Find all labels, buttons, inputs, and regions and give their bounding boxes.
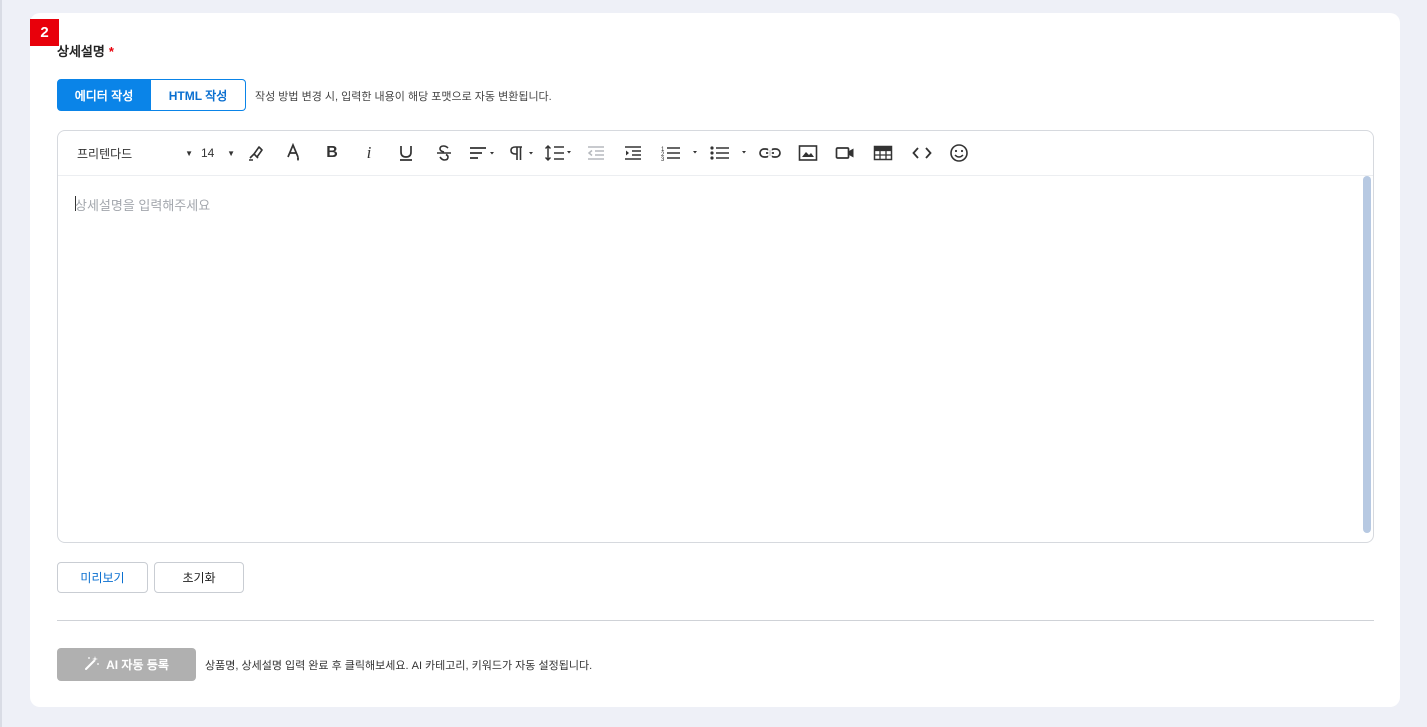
code-view-icon[interactable] (910, 142, 934, 164)
font-family-value: 프리텐다드 (77, 146, 133, 161)
write-mode-toggle: 에디터 작성 HTML 작성 (57, 79, 246, 111)
italic-icon[interactable]: i (358, 142, 380, 164)
link-icon[interactable] (758, 142, 782, 164)
bold-icon[interactable]: B (321, 142, 343, 164)
outdent-icon[interactable] (585, 142, 607, 164)
svg-text:3: 3 (661, 157, 665, 162)
divider (57, 620, 1374, 621)
font-size-value: 14 (201, 146, 215, 160)
image-icon[interactable] (797, 142, 819, 164)
align-icon[interactable] (468, 142, 498, 164)
ordered-list-icon[interactable]: 123 (660, 142, 700, 164)
table-icon[interactable] (871, 142, 895, 164)
indent-icon[interactable] (622, 142, 644, 164)
paragraph-icon[interactable] (508, 142, 538, 164)
ai-auto-register-button[interactable]: AI 자동 등록 (57, 648, 196, 681)
editor-toolbar: 프리텐다드 ▼ 14 ▼ B i 1 2 3 (58, 131, 1373, 176)
section-title-text: 상세설명 (57, 44, 105, 59)
unordered-list-icon[interactable] (709, 142, 749, 164)
required-mark: * (108, 44, 114, 59)
highlighter-icon[interactable] (245, 142, 267, 164)
html-mode-button[interactable]: HTML 작성 (151, 79, 246, 111)
step-badge: 2 (30, 19, 59, 46)
font-size-select[interactable]: 14 ▼ (201, 142, 235, 164)
underline-icon[interactable] (395, 142, 417, 164)
scrollbar-thumb[interactable] (1363, 176, 1371, 533)
ai-hint: 상품명, 상세설명 입력 완료 후 클릭해보세요. AI 카테고리, 키워드가 … (205, 660, 593, 672)
editor-scrollbar[interactable] (1363, 176, 1373, 533)
strikethrough-icon[interactable] (433, 142, 455, 164)
rich-text-editor: 프리텐다드 ▼ 14 ▼ B i 1 2 3 상세설명을 입력해주세요 (57, 130, 1374, 543)
mode-hint: 작성 방법 변경 시, 입력한 내용이 해당 포맷으로 자동 변환됩니다. (255, 91, 552, 103)
editor-mode-button[interactable]: 에디터 작성 (57, 79, 151, 111)
magic-wand-icon (84, 655, 100, 674)
page-edge (0, 0, 2, 727)
caret-down-icon: ▼ (227, 148, 235, 158)
editor-content-area[interactable]: 상세설명을 입력해주세요 (58, 176, 1373, 542)
line-height-icon[interactable] (543, 142, 575, 164)
text-color-icon[interactable] (283, 142, 305, 164)
caret-down-icon: ▼ (185, 148, 193, 158)
section-title: 상세설명 * (57, 41, 114, 60)
emoji-icon[interactable] (948, 142, 970, 164)
reset-button[interactable]: 초기화 (154, 562, 244, 593)
font-family-select[interactable]: 프리텐다드 ▼ (77, 142, 193, 164)
preview-button[interactable]: 미리보기 (57, 562, 148, 593)
video-icon[interactable] (834, 142, 856, 164)
ai-button-label: AI 자동 등록 (106, 658, 169, 672)
editor-placeholder: 상세설명을 입력해주세요 (75, 198, 211, 213)
